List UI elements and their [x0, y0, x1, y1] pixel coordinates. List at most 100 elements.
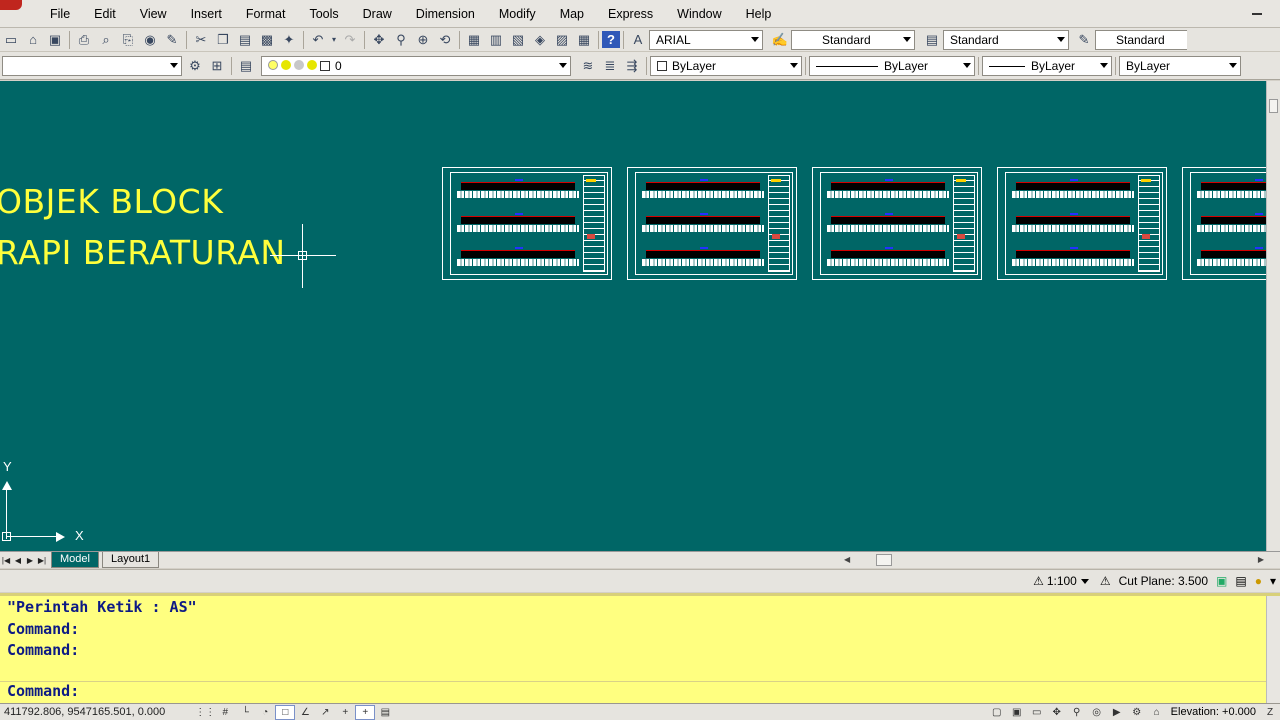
menu-view[interactable]: View	[128, 0, 179, 28]
horizontal-scroll-thumb[interactable]	[876, 554, 892, 566]
color-select[interactable]: ByLayer	[650, 55, 802, 76]
redo-icon[interactable]: ↷	[339, 30, 361, 50]
vertical-scrollbar[interactable]	[1266, 81, 1280, 551]
lineweight-toggle-icon[interactable]: +	[355, 704, 376, 720]
layer-manager-icon[interactable]: ▤	[235, 56, 257, 76]
mleader-style-icon[interactable]: ✎	[1073, 30, 1095, 50]
otrack-icon[interactable]: ∠	[295, 705, 315, 720]
workspace-switch-icon[interactable]: ⚙	[1127, 705, 1147, 720]
previous-tab-icon[interactable]: ◀	[12, 553, 24, 567]
layer-previous-icon[interactable]: ≣	[599, 56, 621, 76]
quick-properties-icon[interactable]: ▤	[375, 705, 395, 720]
undo-icon[interactable]: ↶	[307, 30, 329, 50]
layer-states-icon[interactable]: ⇶	[621, 56, 643, 76]
status-menu-icon[interactable]: ▾	[1266, 574, 1280, 588]
elevation-icon[interactable]: Z	[1260, 705, 1280, 720]
pan-status-icon[interactable]: ✥	[1047, 705, 1067, 720]
showmotion-icon[interactable]: ▶	[1107, 705, 1127, 720]
markup-icon[interactable]: ▨	[551, 30, 573, 50]
ducs-icon[interactable]: ↗	[315, 705, 335, 720]
table-style-select[interactable]: Standard	[943, 29, 1069, 50]
publish-icon[interactable]: ⎘	[117, 30, 139, 50]
zoom-realtime-icon[interactable]: ⚲	[390, 30, 412, 50]
cut-icon[interactable]: ✂	[190, 30, 212, 50]
dim-style-icon[interactable]: ✍	[769, 30, 791, 50]
menu-tools[interactable]: Tools	[297, 0, 350, 28]
minimize-icon[interactable]	[1252, 13, 1262, 15]
drawing-sheet-block[interactable]	[442, 167, 612, 280]
zoom-status-icon[interactable]: ⚲	[1067, 705, 1087, 720]
paste-icon[interactable]: ▤	[234, 30, 256, 50]
layer-status-icon[interactable]: ⌂	[1147, 705, 1167, 720]
menu-edit[interactable]: Edit	[82, 0, 128, 28]
menu-modify[interactable]: Modify	[487, 0, 548, 28]
drawing-sheet-block[interactable]	[627, 167, 797, 280]
ortho-icon[interactable]: └	[235, 705, 255, 720]
help-icon[interactable]: ?	[602, 31, 620, 48]
last-tab-icon[interactable]: ▶|	[36, 553, 48, 567]
scroll-right-icon[interactable]: ▶	[1258, 553, 1264, 567]
table-style-icon[interactable]: ▤	[921, 30, 943, 50]
tab-model[interactable]: Model	[51, 552, 99, 568]
display-config-icon[interactable]: ▣	[1212, 574, 1231, 588]
dyn-icon[interactable]: +	[335, 705, 355, 720]
drawing-sheet-block[interactable]	[997, 167, 1167, 280]
drawing-canvas[interactable]: OBJEK BLOCK RAPI BERATURAN Y X	[0, 81, 1266, 551]
menu-dimension[interactable]: Dimension	[404, 0, 487, 28]
command-prompt[interactable]: Command:	[7, 682, 79, 700]
zoom-window-icon[interactable]: ⊕	[412, 30, 434, 50]
design-center-icon[interactable]: ▥	[485, 30, 507, 50]
tool-palettes-icon[interactable]: ▧	[507, 30, 529, 50]
layer-select[interactable]: 0	[261, 55, 571, 76]
3d-dwf-icon[interactable]: ◉	[139, 30, 161, 50]
quick-view-layouts-icon[interactable]: ▣	[1007, 705, 1027, 720]
workspace-grid-icon[interactable]: ⊞	[206, 56, 228, 76]
horizontal-scrollbar[interactable]: ◀ ▶	[840, 553, 1266, 567]
scroll-left-icon[interactable]: ◀	[844, 553, 850, 567]
menu-insert[interactable]: Insert	[179, 0, 234, 28]
menu-format[interactable]: Format	[234, 0, 298, 28]
plotstyle-select[interactable]: ByLayer	[1119, 55, 1241, 76]
menu-window[interactable]: Window	[665, 0, 733, 28]
annotation-visibility-icon[interactable]: ⚠	[1096, 574, 1115, 588]
polar-icon[interactable]: ◔	[255, 705, 275, 720]
menu-draw[interactable]: Draw	[351, 0, 404, 28]
drawing-sheet-block[interactable]	[812, 167, 982, 280]
tab-layout1[interactable]: Layout1	[101, 552, 160, 568]
save-icon[interactable]: ▣	[44, 30, 66, 50]
menu-help[interactable]: Help	[734, 0, 784, 28]
workspace-settings-icon[interactable]: ⚙	[184, 56, 206, 76]
properties-icon[interactable]: ▦	[463, 30, 485, 50]
steering-wheel-icon[interactable]: ◎	[1087, 705, 1107, 720]
next-tab-icon[interactable]: ▶	[24, 553, 36, 567]
app-logo-icon[interactable]	[0, 0, 22, 10]
quick-view-drawings-icon[interactable]: ▭	[1027, 705, 1047, 720]
make-current-layer-icon[interactable]: ≋	[577, 56, 599, 76]
snap-icon[interactable]: ⋮⋮	[195, 705, 215, 720]
grid-icon[interactable]: #	[215, 705, 235, 720]
first-tab-icon[interactable]: |◀	[0, 553, 12, 567]
open-icon[interactable]: ⌂	[22, 30, 44, 50]
annotation-scale[interactable]: ⚠ 1:100	[1029, 574, 1096, 588]
plot-preview-icon[interactable]: ⌕	[95, 30, 117, 50]
block-editor-icon[interactable]: ✦	[278, 30, 300, 50]
calculator-icon[interactable]: ▦	[573, 30, 595, 50]
pan-icon[interactable]: ✥	[368, 30, 390, 50]
undo-dropdown-icon[interactable]: ▾	[329, 30, 339, 50]
zoom-previous-icon[interactable]: ⟲	[434, 30, 456, 50]
model-space-icon[interactable]: ▢	[987, 705, 1007, 720]
linetype-select[interactable]: ByLayer	[809, 55, 975, 76]
menu-map[interactable]: Map	[548, 0, 596, 28]
bulb-icon[interactable]: ●	[1251, 574, 1266, 588]
plot-icon[interactable]: ⎙	[73, 30, 95, 50]
mleader-style-select[interactable]: Standard	[1095, 29, 1187, 50]
vertical-scroll-thumb[interactable]	[1269, 99, 1278, 113]
text-style-select[interactable]: ARIAL	[649, 29, 763, 50]
lock-icon[interactable]: ▤	[1231, 574, 1250, 588]
copy-icon[interactable]: ❐	[212, 30, 234, 50]
menu-express[interactable]: Express	[596, 0, 665, 28]
workspace-select[interactable]	[2, 55, 182, 76]
dim-style-select[interactable]: Standard	[791, 29, 915, 50]
command-scrollbar[interactable]	[1266, 596, 1280, 703]
match-properties-icon[interactable]: ▩	[256, 30, 278, 50]
